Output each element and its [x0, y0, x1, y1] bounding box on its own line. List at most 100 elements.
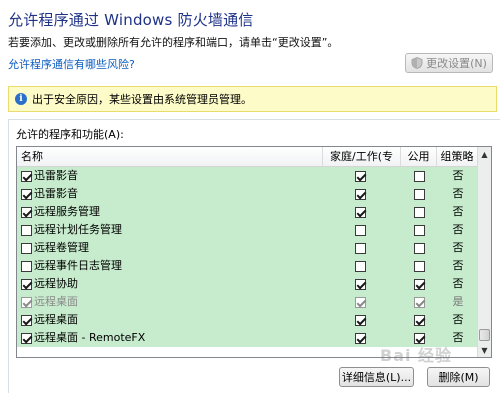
- public-checkbox[interactable]: [413, 206, 425, 218]
- home-work-cell: [347, 167, 373, 185]
- public-cell: [406, 257, 432, 275]
- table-row[interactable]: 迅雷影音 否: [17, 167, 478, 185]
- public-cell: [406, 275, 432, 293]
- scroll-down-arrow-icon[interactable]: ▼: [478, 343, 491, 357]
- table-row[interactable]: 远程事件日志管理 否: [17, 257, 478, 275]
- group-policy-value: 否: [452, 187, 464, 200]
- group-policy-value: 否: [452, 169, 464, 182]
- watermark-text: Bai 经验: [380, 346, 453, 365]
- group-policy-value: 是: [452, 295, 464, 308]
- column-header-public[interactable]: 公用: [401, 147, 437, 166]
- program-name-cell: 远程桌面 - RemoteFX: [21, 329, 145, 347]
- home-work-cell: [347, 329, 373, 347]
- infobar-text: 出于安全原因，某些设置由系统管理员管理。: [32, 93, 252, 106]
- programs-group-label: 允许的程序和功能(A):: [16, 128, 124, 141]
- table-row[interactable]: 迅雷影音 否: [17, 185, 478, 203]
- program-name: 远程事件日志管理: [34, 259, 122, 272]
- list-header: 名称 家庭/工作(专用) 公用 组策略: [17, 147, 478, 182]
- admin-managed-infobar: i 出于安全原因，某些设置由系统管理员管理。: [8, 86, 497, 112]
- program-name-cell: 迅雷影音: [21, 185, 78, 203]
- home-work-cell: [347, 311, 373, 329]
- program-enabled-checkbox[interactable]: [21, 296, 32, 308]
- risks-help-link[interactable]: 允许程序通信有哪些风险?: [8, 56, 135, 72]
- remove-button[interactable]: 删除(M): [427, 367, 490, 387]
- program-enabled-checkbox[interactable]: [21, 242, 32, 254]
- info-icon: i: [15, 93, 27, 105]
- home-work-checkbox[interactable]: [354, 278, 366, 290]
- public-checkbox[interactable]: [413, 314, 425, 326]
- home-work-cell: [347, 185, 373, 203]
- home-work-cell: [347, 221, 373, 239]
- program-enabled-checkbox[interactable]: [21, 206, 32, 218]
- change-settings-button[interactable]: 更改设置(N): [405, 53, 493, 73]
- program-name: 迅雷影音: [34, 169, 78, 182]
- table-row[interactable]: 远程卷管理 否: [17, 239, 478, 257]
- program-enabled-checkbox[interactable]: [21, 314, 32, 326]
- allowed-programs-list[interactable]: 名称 家庭/工作(专用) 公用 组策略 迅雷影音否迅雷影音否远程服务管理否远程计…: [16, 146, 492, 358]
- column-header-home[interactable]: 家庭/工作(专用): [323, 147, 401, 182]
- program-name-cell: 迅雷影音: [21, 167, 78, 185]
- table-row[interactable]: 远程计划任务管理 否: [17, 221, 478, 239]
- group-policy-value: 否: [452, 223, 464, 236]
- program-name-cell: 远程桌面: [21, 311, 78, 329]
- program-name: 远程桌面: [34, 313, 78, 326]
- public-checkbox[interactable]: [413, 170, 425, 182]
- group-policy-value: 否: [452, 241, 464, 254]
- home-work-checkbox[interactable]: [354, 260, 366, 272]
- program-enabled-checkbox[interactable]: [21, 260, 32, 272]
- home-work-cell: [347, 203, 373, 221]
- home-work-checkbox[interactable]: [354, 188, 366, 200]
- program-name-cell: 远程卷管理: [21, 239, 89, 257]
- table-row[interactable]: 远程桌面 否: [17, 311, 478, 329]
- column-header-group-policy[interactable]: 组策略: [437, 147, 478, 166]
- uac-shield-icon: [411, 57, 423, 69]
- public-checkbox[interactable]: [413, 188, 425, 200]
- program-enabled-checkbox[interactable]: [21, 332, 32, 344]
- scroll-up-arrow-icon[interactable]: ▲: [478, 147, 491, 161]
- group-policy-value: 否: [452, 259, 464, 272]
- home-work-cell: [347, 239, 373, 257]
- home-work-checkbox[interactable]: [354, 314, 366, 326]
- home-work-checkbox[interactable]: [354, 296, 366, 308]
- public-cell: [406, 167, 432, 185]
- program-enabled-checkbox[interactable]: [21, 278, 32, 290]
- group-policy-value: 否: [452, 313, 464, 326]
- public-cell: [406, 239, 432, 257]
- scrollbar-thumb[interactable]: [479, 329, 490, 341]
- home-work-checkbox[interactable]: [354, 206, 366, 218]
- home-work-cell: [347, 293, 373, 311]
- list-scrollbar[interactable]: ▲ ▼: [477, 147, 491, 357]
- program-enabled-checkbox[interactable]: [21, 224, 32, 236]
- program-name-cell: 远程事件日志管理: [21, 257, 122, 275]
- program-name-cell: 远程服务管理: [21, 203, 100, 221]
- program-name: 远程服务管理: [34, 205, 100, 218]
- public-checkbox[interactable]: [413, 242, 425, 254]
- change-settings-label: 更改设置(N): [426, 57, 487, 70]
- program-name: 迅雷影音: [34, 187, 78, 200]
- home-work-checkbox[interactable]: [354, 332, 366, 344]
- home-work-checkbox[interactable]: [354, 170, 366, 182]
- public-cell: [406, 293, 432, 311]
- public-checkbox[interactable]: [413, 296, 425, 308]
- public-checkbox[interactable]: [413, 260, 425, 272]
- home-work-checkbox[interactable]: [354, 242, 366, 254]
- program-enabled-checkbox[interactable]: [21, 170, 32, 182]
- table-row[interactable]: 远程协助 否: [17, 275, 478, 293]
- public-checkbox[interactable]: [413, 278, 425, 290]
- program-name: 远程桌面: [34, 295, 78, 308]
- program-name: 远程协助: [34, 277, 78, 290]
- home-work-cell: [347, 257, 373, 275]
- program-enabled-checkbox[interactable]: [21, 188, 32, 200]
- program-name-cell: 远程计划任务管理: [21, 221, 122, 239]
- program-name: 远程卷管理: [34, 241, 89, 254]
- table-row[interactable]: 远程桌面 是: [17, 293, 478, 311]
- program-name: 远程计划任务管理: [34, 223, 122, 236]
- home-work-checkbox[interactable]: [354, 224, 366, 236]
- public-checkbox[interactable]: [413, 224, 425, 236]
- table-row[interactable]: 远程服务管理 否: [17, 203, 478, 221]
- public-cell: [406, 311, 432, 329]
- home-work-cell: [347, 275, 373, 293]
- column-header-name[interactable]: 名称: [17, 147, 323, 166]
- public-cell: [406, 221, 432, 239]
- details-button[interactable]: 详细信息(L)...: [339, 367, 414, 387]
